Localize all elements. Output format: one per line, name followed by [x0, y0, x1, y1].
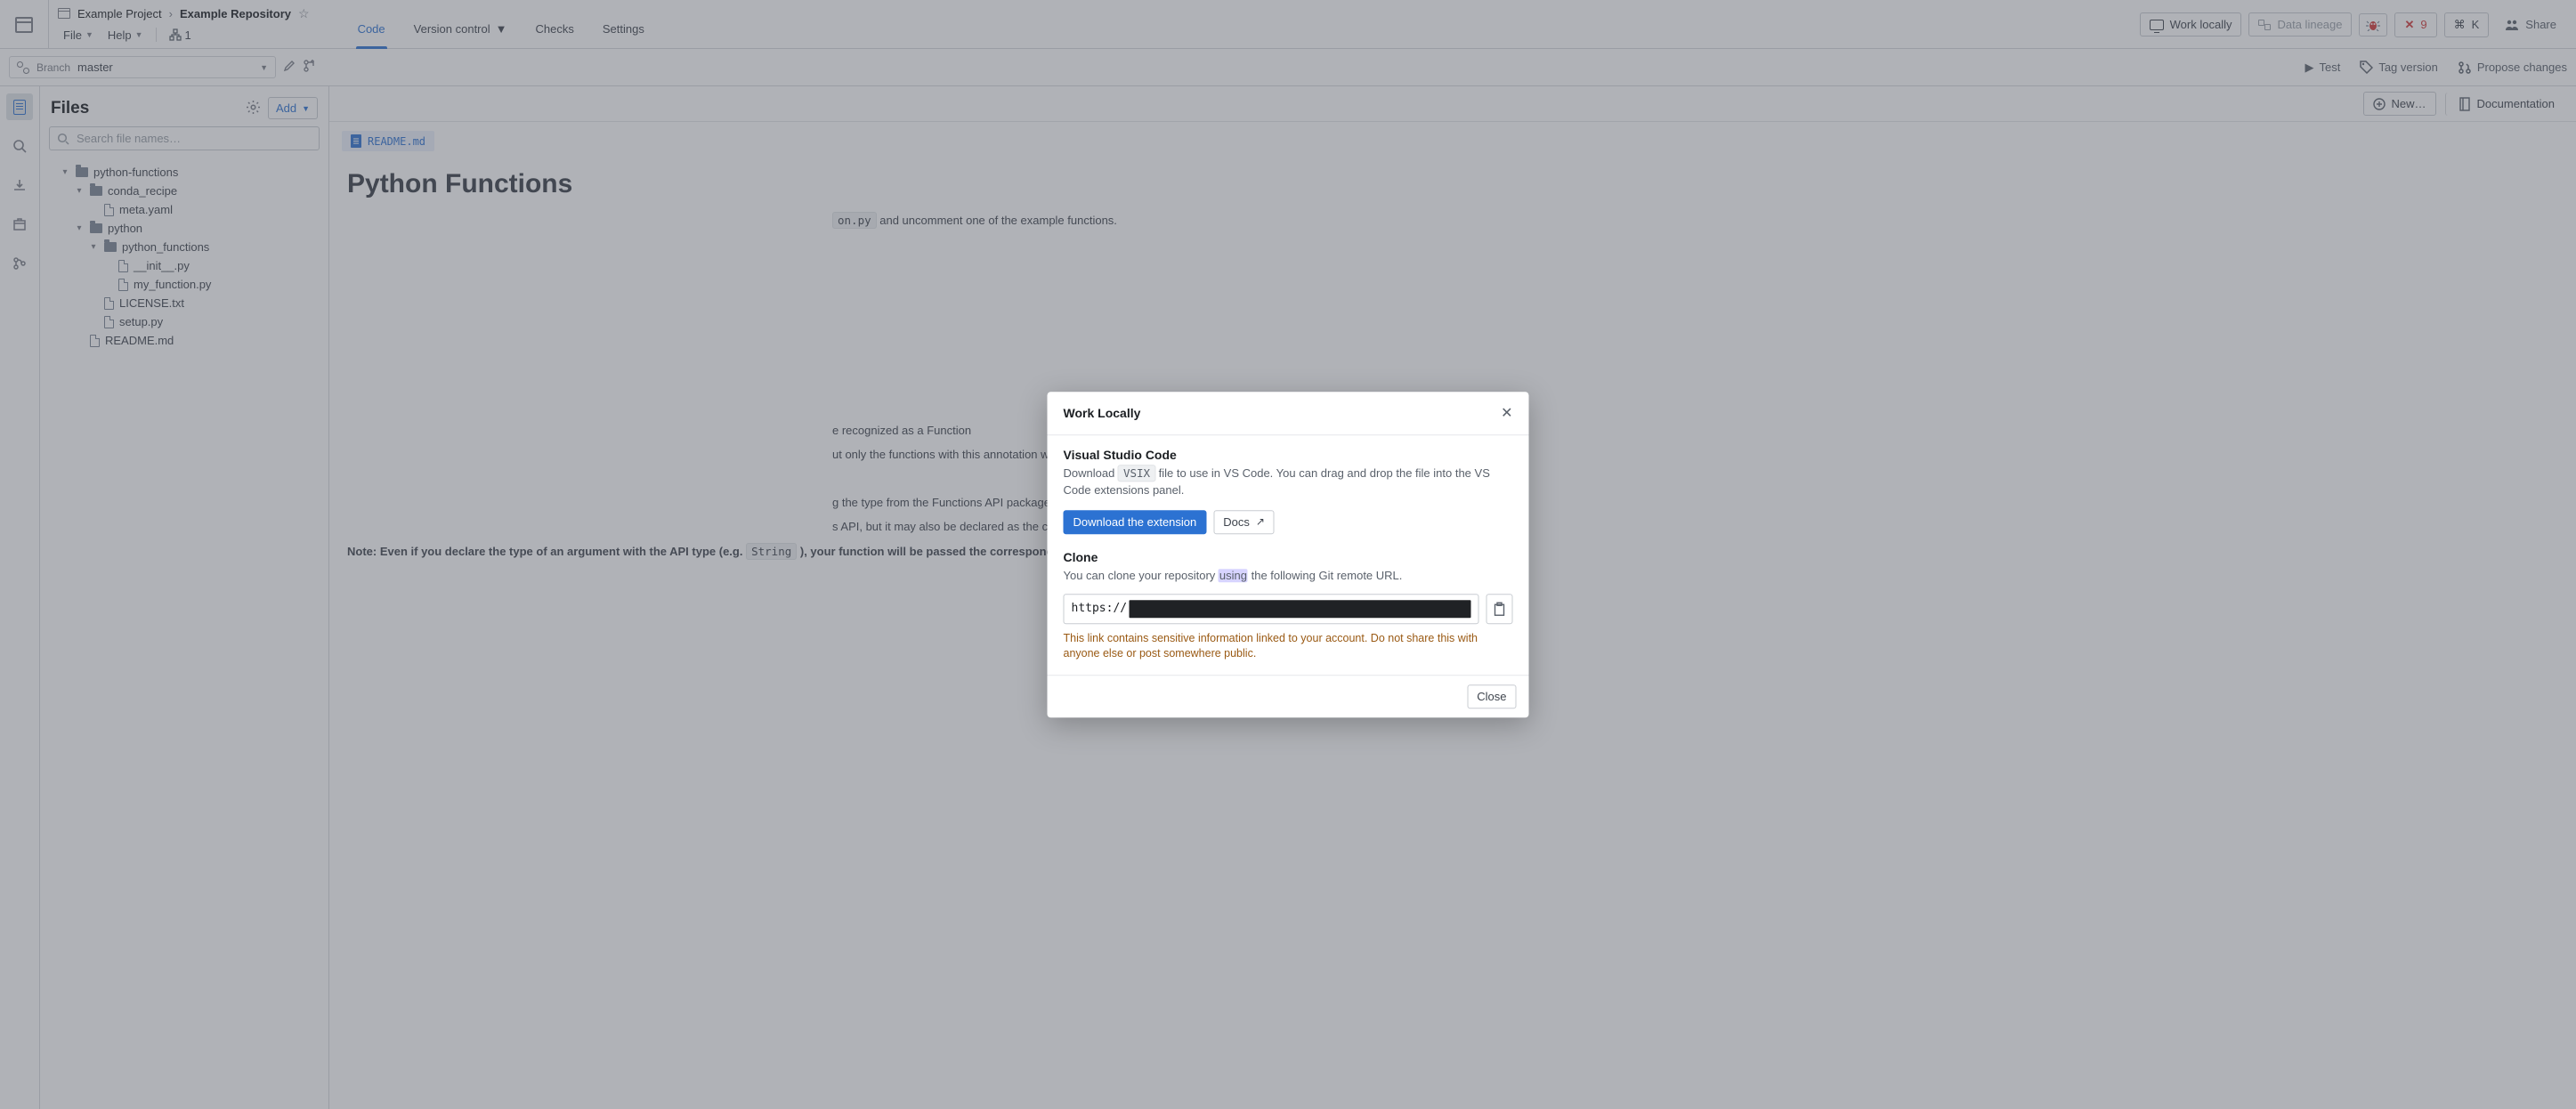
- work-locally-modal: Work Locally ✕ Visual Studio Code Downlo…: [1048, 392, 1529, 717]
- external-link-icon: ↗: [1256, 515, 1265, 528]
- close-icon[interactable]: ✕: [1501, 404, 1512, 422]
- redacted-url: [1129, 600, 1470, 618]
- copy-button[interactable]: [1486, 594, 1513, 624]
- clone-desc: You can clone your repository using the …: [1064, 568, 1513, 585]
- clone-url-input[interactable]: https://: [1064, 594, 1479, 624]
- warning-text: This link contains sensitive information…: [1064, 631, 1513, 662]
- docs-button[interactable]: Docs↗: [1213, 510, 1275, 534]
- clone-heading: Clone: [1064, 550, 1513, 564]
- clipboard-icon: [1494, 602, 1506, 616]
- vscode-heading: Visual Studio Code: [1064, 448, 1513, 462]
- modal-title: Work Locally: [1064, 406, 1141, 420]
- vscode-desc: Download VSIX file to use in VS Code. Yo…: [1064, 465, 1513, 499]
- close-button[interactable]: Close: [1467, 684, 1516, 708]
- download-extension-button[interactable]: Download the extension: [1064, 510, 1207, 534]
